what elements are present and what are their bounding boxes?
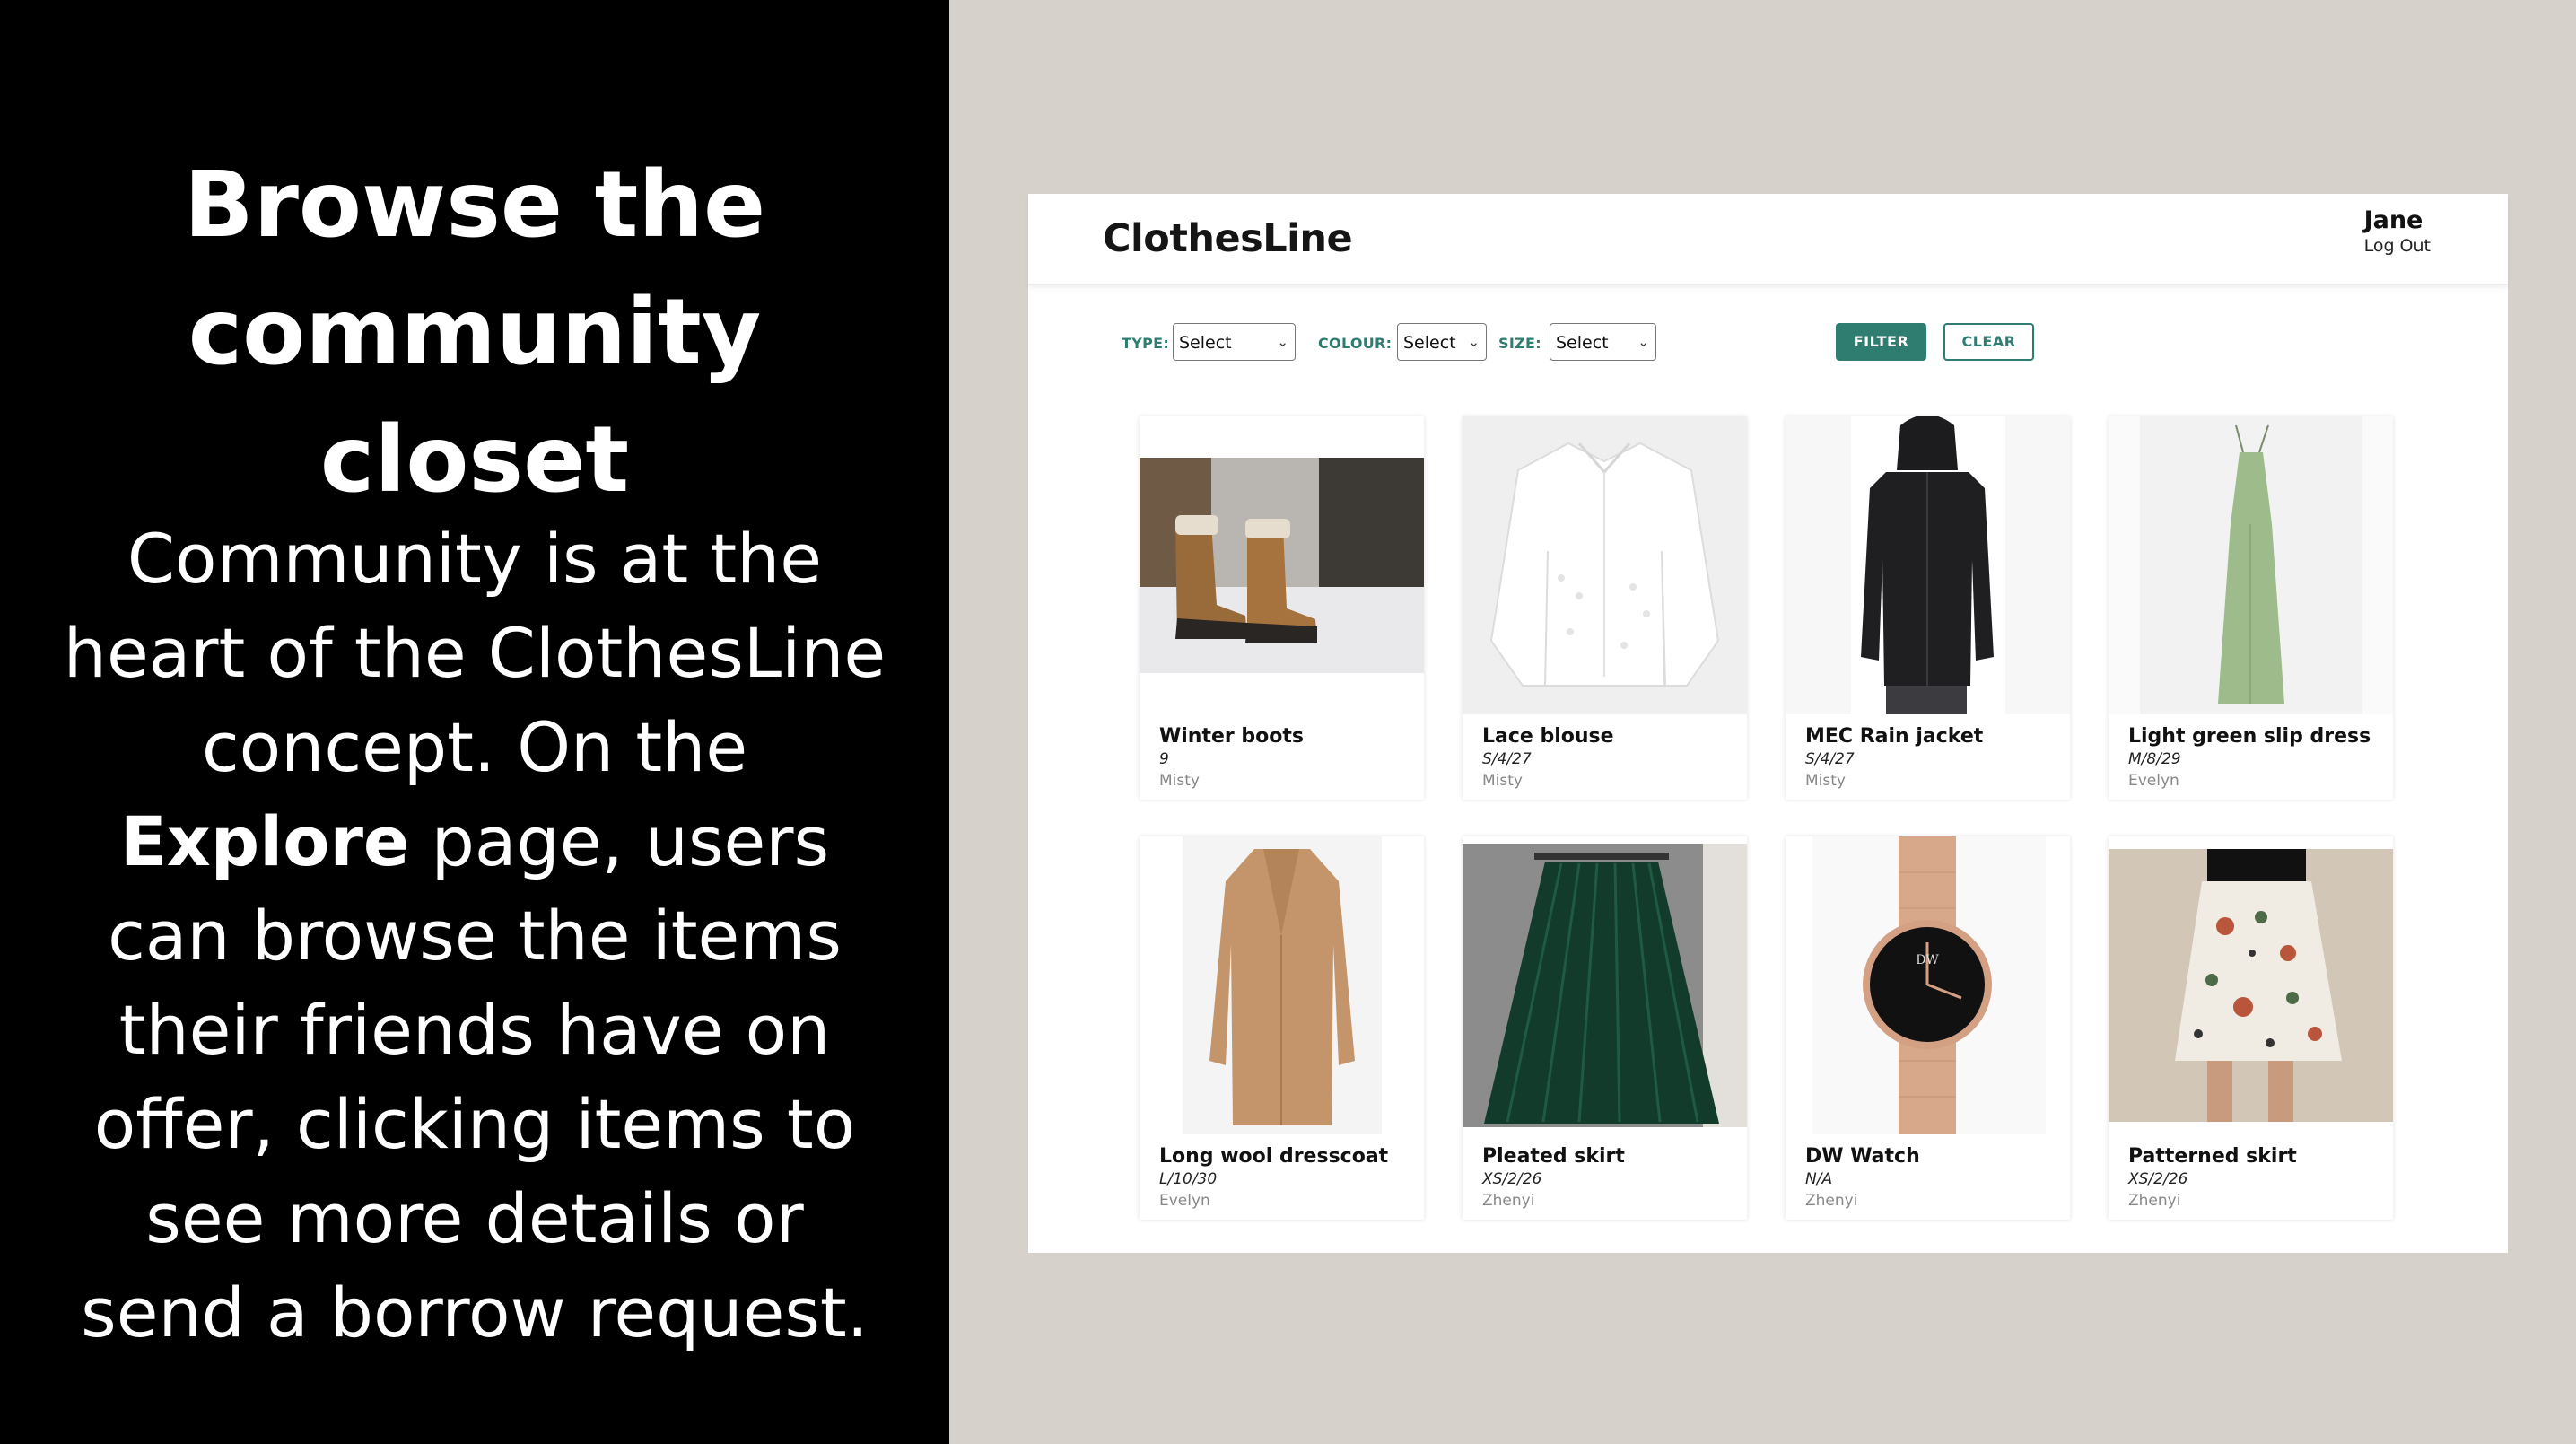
- slide-left-panel: Browse the community closet Community is…: [0, 0, 949, 1444]
- logout-link[interactable]: Log Out: [2364, 236, 2431, 256]
- colour-select[interactable]: Select ⌄: [1397, 323, 1487, 361]
- app-header: ClothesLine Jane Log Out: [1028, 194, 2508, 285]
- item-name: Patterned skirt: [2128, 1145, 2297, 1168]
- filter-button[interactable]: FILTER: [1836, 323, 1926, 361]
- item-name: Light green slip dress: [2128, 725, 2371, 748]
- user-menu: Jane Log Out: [2364, 206, 2431, 256]
- app-logo[interactable]: ClothesLine: [1103, 216, 1353, 261]
- size-filter-label: SIZE:: [1498, 335, 1541, 352]
- slide-body-bold: Explore: [119, 801, 410, 881]
- app-window: ClothesLine Jane Log Out TYPE: Select ⌄ …: [1028, 194, 2508, 1253]
- item-name: Lace blouse: [1482, 725, 1614, 748]
- item-name: Pleated skirt: [1482, 1145, 1625, 1168]
- filter-bar: TYPE: Select ⌄ COLOUR: Select ⌄ SIZE: Se…: [1122, 323, 2034, 361]
- item-owner: Misty: [1159, 772, 1200, 790]
- item-image-patterned-skirt[interactable]: [2109, 836, 2393, 1134]
- item-size: XS/2/26: [2128, 1170, 2188, 1188]
- clear-button[interactable]: CLEAR: [1943, 323, 2034, 361]
- item-name: Winter boots: [1159, 725, 1305, 748]
- item-image-lace-blouse[interactable]: [1463, 416, 1747, 714]
- type-filter-label: TYPE:: [1122, 335, 1170, 352]
- type-select-value: Select: [1179, 333, 1232, 353]
- item-card[interactable]: DW DW Watch N/A Zhenyi: [1786, 836, 2070, 1220]
- item-owner: Misty: [1482, 772, 1523, 790]
- item-owner: Misty: [1805, 772, 1846, 790]
- slide-body-part-1: Community is at the heart of the Clothes…: [63, 519, 886, 787]
- item-image-watch[interactable]: DW: [1786, 836, 2070, 1134]
- item-owner: Zhenyi: [1805, 1192, 1858, 1210]
- item-size: M/8/29: [2128, 750, 2181, 768]
- item-image-pleated-skirt[interactable]: [1463, 836, 1747, 1134]
- slide-title-line-1: Browse the: [183, 152, 766, 258]
- item-image-wool-coat[interactable]: [1140, 836, 1424, 1134]
- item-owner: Zhenyi: [1482, 1192, 1535, 1210]
- item-size: XS/2/26: [1482, 1170, 1542, 1188]
- item-size: L/10/30: [1159, 1170, 1218, 1188]
- item-card[interactable]: Lace blouse S/4/27 Misty: [1463, 416, 1747, 800]
- slide-title-line-2: community closet: [188, 279, 762, 513]
- user-name[interactable]: Jane: [2364, 206, 2431, 234]
- item-card[interactable]: MEC Rain jacket S/4/27 Misty: [1786, 416, 2070, 800]
- item-size: 9: [1159, 750, 1169, 768]
- item-card[interactable]: Winter boots 9 Misty: [1140, 416, 1424, 800]
- item-image-rain-jacket[interactable]: [1786, 416, 2070, 714]
- item-image-winter-boots[interactable]: [1140, 416, 1424, 714]
- slide-body-part-2: page, users can browse the items their f…: [81, 801, 869, 1352]
- item-owner: Evelyn: [2128, 772, 2179, 790]
- chevron-down-icon: ⌄: [1637, 334, 1649, 350]
- slide-title: Browse the community closet: [36, 142, 913, 524]
- chevron-down-icon: ⌄: [1468, 334, 1480, 350]
- svg-text:DW: DW: [1916, 953, 1939, 967]
- item-name: DW Watch: [1805, 1145, 1920, 1168]
- size-select-value: Select: [1556, 333, 1609, 353]
- size-select[interactable]: Select ⌄: [1550, 323, 1656, 361]
- item-size: N/A: [1805, 1170, 1833, 1188]
- item-card[interactable]: Pleated skirt XS/2/26 Zhenyi: [1463, 836, 1747, 1220]
- type-select[interactable]: Select ⌄: [1173, 323, 1296, 361]
- chevron-down-icon: ⌄: [1277, 334, 1288, 350]
- item-owner: Evelyn: [1159, 1192, 1210, 1210]
- item-name: MEC Rain jacket: [1805, 725, 1984, 748]
- item-name: Long wool dresscoat: [1159, 1145, 1389, 1168]
- colour-select-value: Select: [1403, 333, 1456, 353]
- item-size: S/4/27: [1805, 750, 1855, 768]
- slide-body-text: Community is at the heart of the Clothes…: [54, 512, 895, 1360]
- item-card[interactable]: Patterned skirt XS/2/26 Zhenyi: [2109, 836, 2393, 1220]
- item-card[interactable]: Long wool dresscoat L/10/30 Evelyn: [1140, 836, 1424, 1220]
- item-image-slip-dress[interactable]: [2109, 416, 2393, 714]
- item-size: S/4/27: [1482, 750, 1532, 768]
- colour-filter-label: COLOUR:: [1318, 335, 1393, 352]
- item-owner: Zhenyi: [2128, 1192, 2181, 1210]
- item-card[interactable]: Light green slip dress M/8/29 Evelyn: [2109, 416, 2393, 800]
